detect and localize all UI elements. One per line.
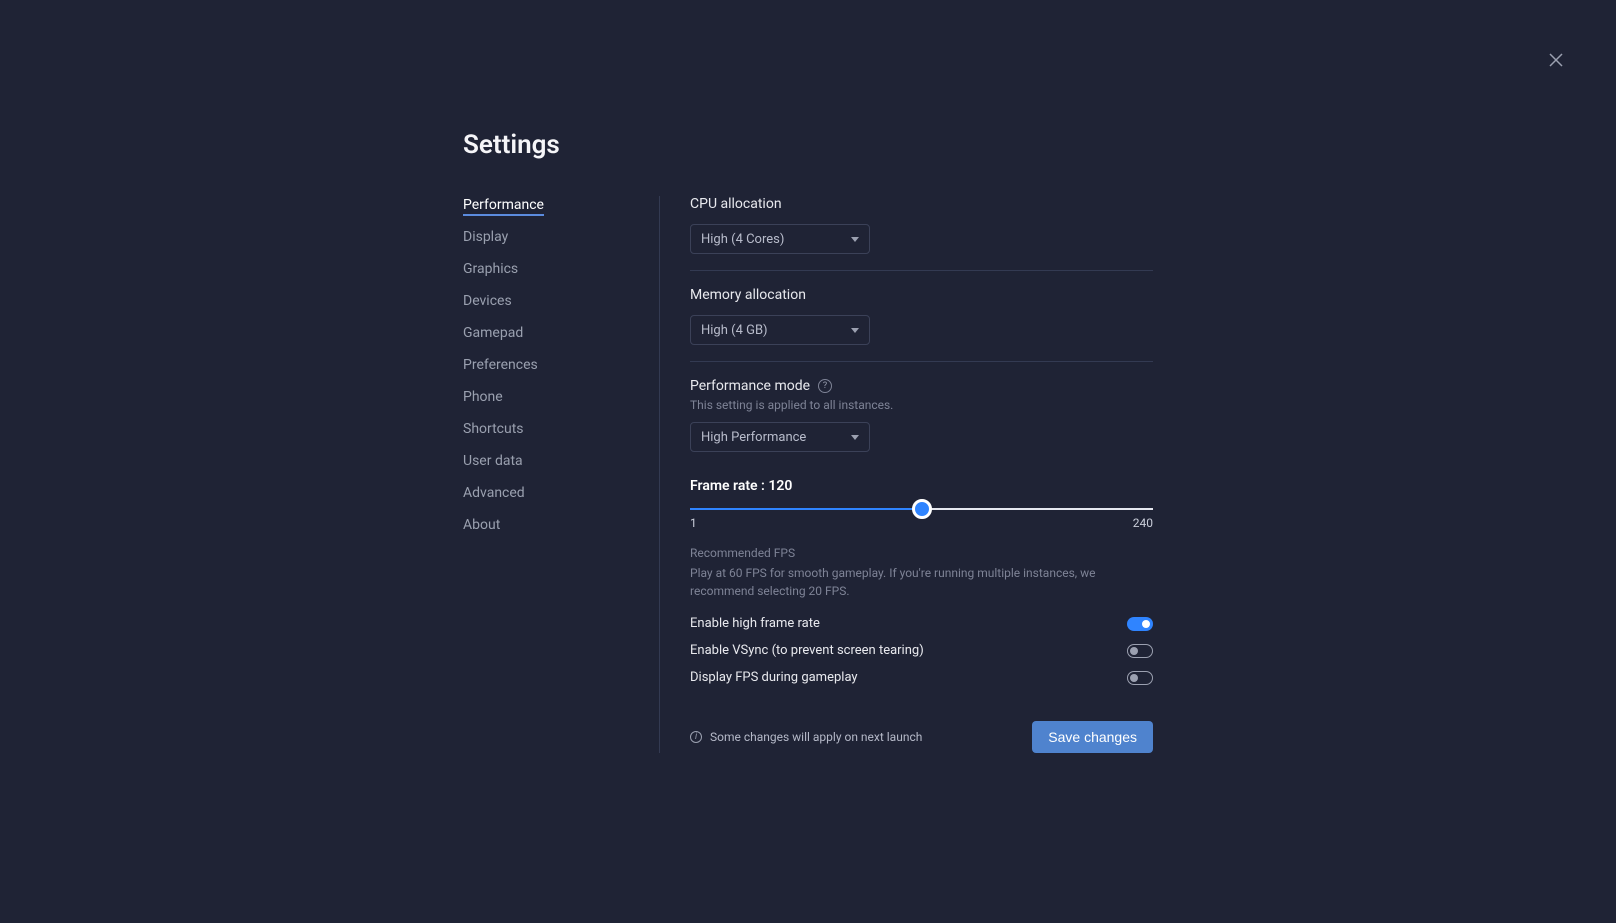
frame-rate-slider[interactable] (690, 508, 1153, 510)
sidebar-item-shortcuts[interactable]: Shortcuts (463, 420, 524, 440)
sidebar-item-devices[interactable]: Devices (463, 292, 512, 312)
enable-high-frame-rate-toggle[interactable] (1127, 617, 1153, 631)
performance-mode-subtitle: This setting is applied to all instances… (690, 398, 1153, 412)
sidebar-item-about[interactable]: About (463, 516, 500, 536)
memory-allocation-value: High (4 GB) (701, 323, 768, 338)
cpu-allocation-select[interactable]: High (4 Cores) (690, 224, 870, 254)
cpu-allocation-value: High (4 Cores) (701, 232, 784, 247)
recommended-fps-body: Play at 60 FPS for smooth gameplay. If y… (690, 564, 1153, 600)
info-icon: i (690, 731, 702, 743)
sidebar-item-display[interactable]: Display (463, 228, 508, 248)
frame-rate-min: 1 (690, 516, 697, 530)
display-fps-label: Display FPS during gameplay (690, 670, 858, 685)
sidebar-item-gamepad[interactable]: Gamepad (463, 324, 523, 344)
enable-vsync-toggle[interactable] (1127, 644, 1153, 658)
sidebar-item-phone[interactable]: Phone (463, 388, 503, 408)
chevron-down-icon (851, 237, 859, 242)
memory-allocation-select[interactable]: High (4 GB) (690, 315, 870, 345)
chevron-down-icon (851, 328, 859, 333)
sidebar-item-preferences[interactable]: Preferences (463, 356, 538, 376)
slider-fill (690, 508, 922, 510)
display-fps-toggle[interactable] (1127, 671, 1153, 685)
close-icon (1548, 52, 1564, 68)
slider-thumb[interactable] (912, 499, 932, 519)
cpu-allocation-label: CPU allocation (690, 196, 1153, 212)
sidebar-item-user-data[interactable]: User data (463, 452, 523, 472)
page-title: Settings (463, 130, 1153, 160)
performance-mode-value: High Performance (701, 430, 806, 445)
sidebar-item-performance[interactable]: Performance (463, 196, 544, 216)
close-button[interactable] (1544, 48, 1568, 72)
enable-high-frame-rate-label: Enable high frame rate (690, 616, 820, 631)
save-changes-button[interactable]: Save changes (1032, 721, 1153, 753)
frame-rate-label: Frame rate : 120 (690, 478, 1153, 494)
sidebar-item-advanced[interactable]: Advanced (463, 484, 525, 504)
sidebar-item-graphics[interactable]: Graphics (463, 260, 518, 280)
recommended-fps-title: Recommended FPS (690, 546, 1153, 560)
memory-allocation-label: Memory allocation (690, 287, 1153, 303)
enable-vsync-label: Enable VSync (to prevent screen tearing) (690, 643, 924, 658)
performance-mode-label: Performance mode ? (690, 378, 1153, 394)
chevron-down-icon (851, 435, 859, 440)
frame-rate-max: 240 (1133, 516, 1153, 530)
info-note: i Some changes will apply on next launch (690, 730, 922, 744)
help-icon[interactable]: ? (818, 379, 832, 393)
sidebar: Performance Display Graphics Devices Gam… (463, 196, 599, 753)
performance-mode-select[interactable]: High Performance (690, 422, 870, 452)
